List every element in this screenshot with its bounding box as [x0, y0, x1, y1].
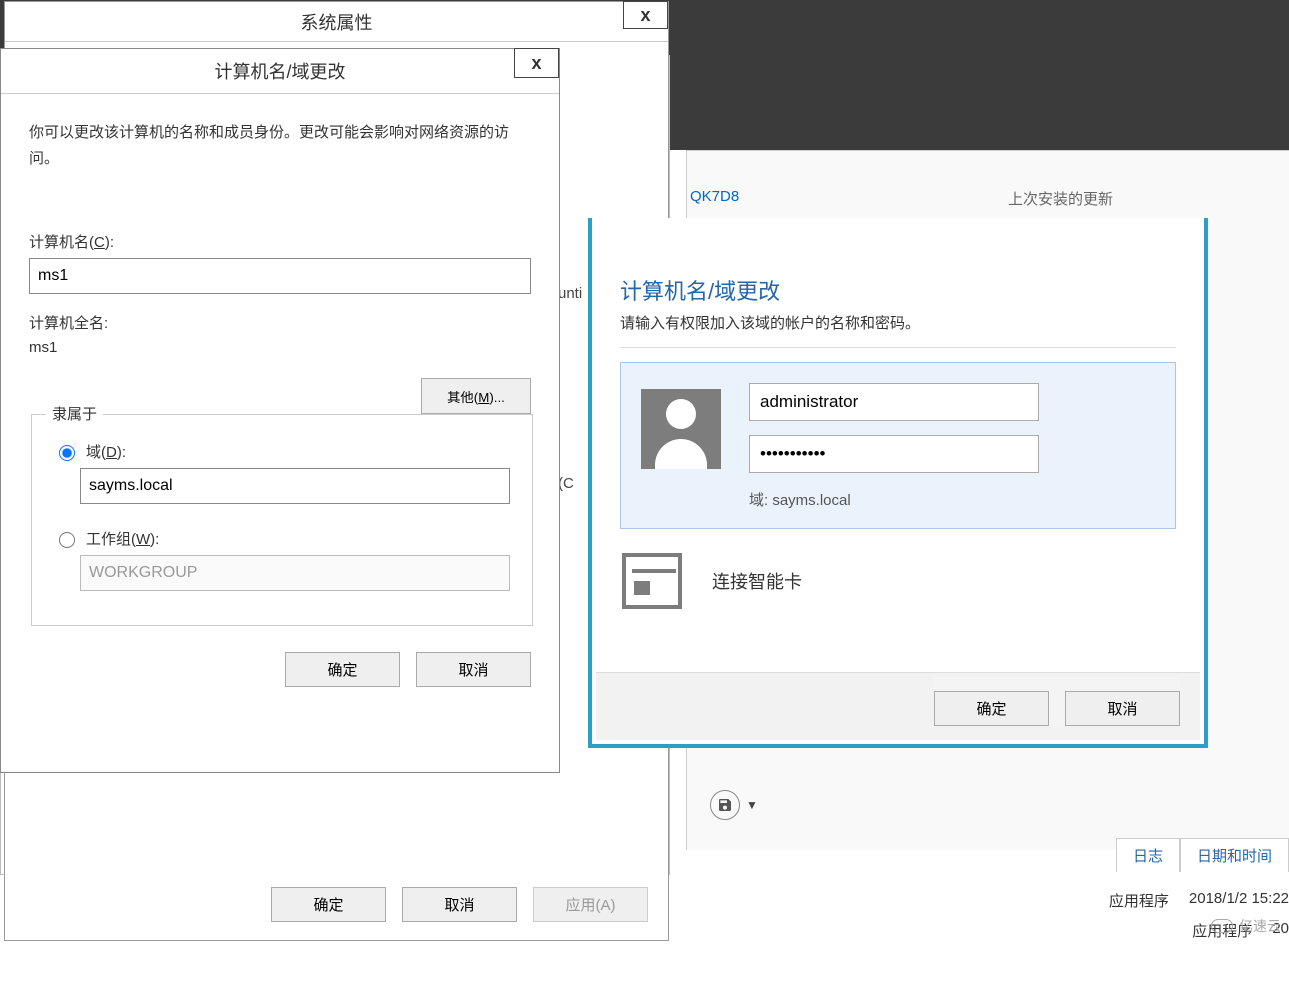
computer-name-label: 计算机名(C):	[29, 231, 531, 252]
watermark: 亿速云	[1211, 916, 1281, 936]
workgroup-radio-label: 工作组(W):	[86, 528, 159, 549]
close-icon[interactable]: x	[514, 48, 559, 78]
domain-change-dialog: 计算机名/域更改 x 你可以更改该计算机的名称和成员身份。更改可能会影响对网络资…	[0, 48, 560, 773]
cloud-icon	[1211, 919, 1233, 933]
sysprop-apply-button: 应用(A)	[533, 887, 648, 922]
workgroup-radio[interactable]	[59, 532, 75, 548]
domain-ok-button[interactable]: 确定	[285, 652, 400, 687]
save-icon	[710, 790, 740, 820]
chevron-down-icon: ▼	[746, 798, 758, 812]
domain-radio[interactable]	[59, 445, 75, 461]
membership-legend: 隶属于	[46, 403, 103, 424]
password-input[interactable]	[749, 435, 1039, 473]
log-tabs: 日志 日期和时间	[1116, 838, 1289, 872]
credential-box: 域: sayms.local	[620, 362, 1176, 529]
log-date-1: 2018/1/2 15:22	[1189, 890, 1289, 911]
tab-fragment: (C	[558, 475, 574, 492]
log-app-1: 应用程序	[1109, 890, 1169, 911]
smartcard-label: 连接智能卡	[712, 568, 802, 594]
domain-dialog-titlebar: 计算机名/域更改 x	[1, 49, 559, 94]
computer-name-input[interactable]	[29, 258, 531, 294]
smartcard-icon	[622, 553, 682, 609]
log-row-1: 应用程序 2018/1/2 15:22	[1109, 890, 1289, 911]
security-subtext: 请输入有权限加入该域的帐户的名称和密码。	[620, 312, 1176, 333]
divider	[620, 347, 1176, 348]
sysprop-ok-button[interactable]: 确定	[271, 887, 386, 922]
tab-log[interactable]: 日志	[1116, 838, 1180, 872]
sysprop-cancel-button[interactable]: 取消	[402, 887, 517, 922]
domain-input[interactable]	[80, 468, 510, 504]
windows-security-dialog: 计算机名/域更改 请输入有权限加入该域的帐户的名称和密码。 域: sayms.l…	[588, 218, 1208, 748]
username-input[interactable]	[749, 383, 1039, 421]
security-heading: 计算机名/域更改	[620, 274, 1176, 306]
unti-fragment: unti	[558, 285, 582, 302]
workgroup-input	[80, 555, 510, 591]
membership-fieldset: 隶属于 域(D): 工作组(W):	[31, 414, 533, 626]
domain-radio-label: 域(D):	[86, 441, 126, 462]
full-name-label: 计算机全名:	[29, 312, 531, 333]
user-avatar-icon	[641, 389, 721, 469]
close-icon[interactable]: x	[623, 1, 668, 29]
last-update-label: 上次安装的更新	[1008, 188, 1113, 209]
security-ok-button[interactable]: 确定	[934, 691, 1049, 726]
system-properties-title: 系统属性	[301, 9, 373, 35]
save-dropdown[interactable]: ▼	[710, 790, 758, 820]
domain-dialog-description: 你可以更改该计算机的名称和成员身份。更改可能会影响对网络资源的访问。	[29, 120, 531, 171]
full-name-value: ms1	[29, 339, 531, 356]
watermark-text: 亿速云	[1239, 916, 1281, 936]
computer-name-link-fragment[interactable]: QK7D8	[690, 188, 739, 205]
smartcard-option[interactable]: 连接智能卡	[620, 547, 1176, 615]
domain-cancel-button[interactable]: 取消	[416, 652, 531, 687]
domain-dialog-title: 计算机名/域更改	[214, 58, 345, 84]
security-cancel-button[interactable]: 取消	[1065, 691, 1180, 726]
tab-datetime[interactable]: 日期和时间	[1180, 838, 1289, 872]
credential-domain-label: 域: sayms.local	[749, 489, 1155, 510]
more-button[interactable]: 其他(M)...	[421, 378, 531, 414]
system-properties-titlebar: 系统属性 x	[5, 2, 668, 42]
system-properties-button-row: 确定 取消 应用(A)	[271, 887, 648, 922]
